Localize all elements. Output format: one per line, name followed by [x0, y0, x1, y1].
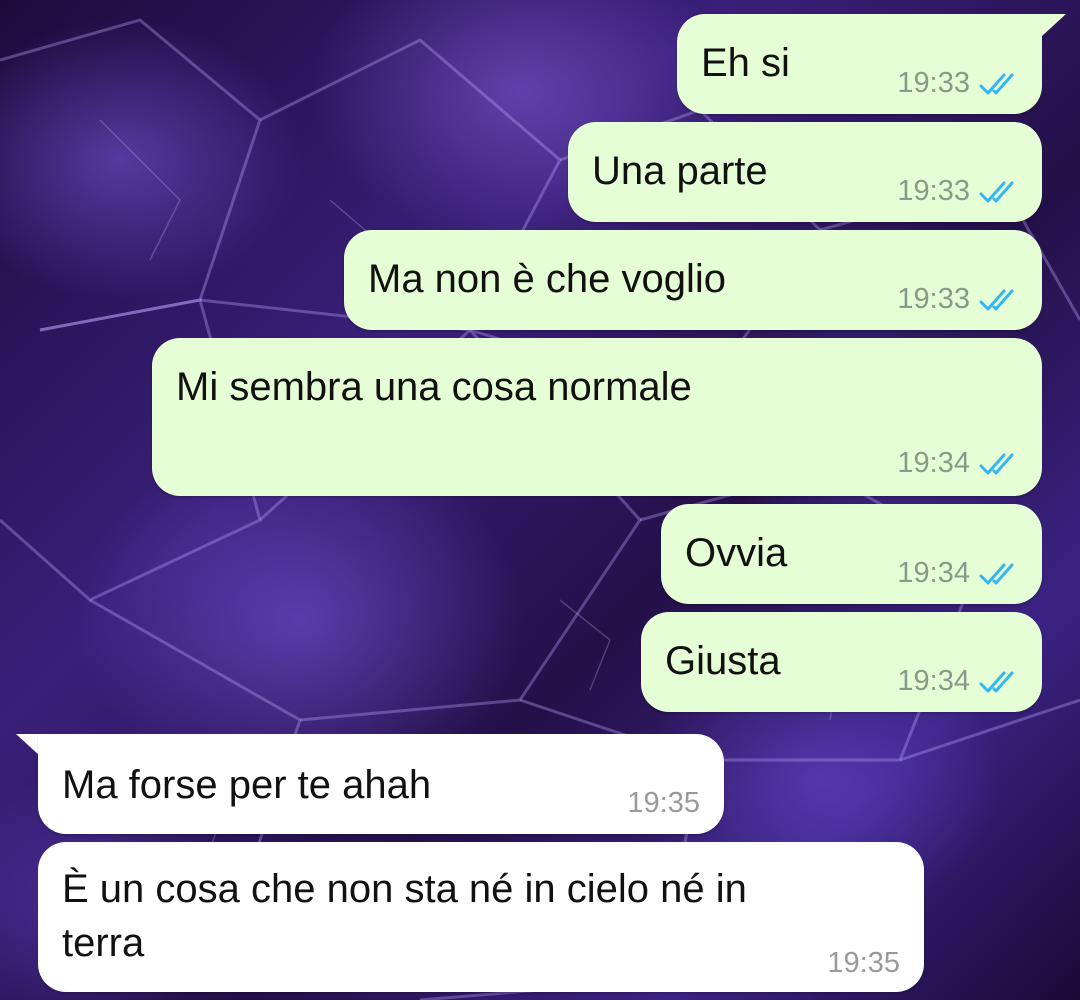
message-meta: 19:34	[897, 557, 1020, 590]
message-text: Ma non è che voglio	[368, 257, 727, 301]
message-bubble-outgoing[interactable]: Giusta 19:34	[641, 612, 1042, 712]
message-text: Mi sembra una cosa normale	[176, 365, 692, 409]
message-text-line-1: È un cosa che non sta né in cielo né in	[62, 867, 747, 911]
message-time: 19:35	[827, 947, 900, 979]
double-check-icon	[979, 289, 1014, 310]
bubble-tail	[1042, 14, 1066, 36]
message-time: 19:34	[897, 665, 970, 697]
message-time: 19:33	[897, 283, 970, 315]
message-meta: 19:35	[627, 787, 700, 820]
message-text-line-2: terra	[62, 921, 145, 965]
message-bubble-outgoing[interactable]: Eh si 19:33	[677, 14, 1042, 114]
message-bubble-outgoing[interactable]: Ma non è che voglio 19:33	[344, 230, 1042, 330]
double-check-icon	[979, 73, 1014, 94]
message-bubble-outgoing[interactable]: Una parte 19:33	[568, 122, 1042, 222]
message-bubble-outgoing[interactable]: Ovvia 19:34	[661, 504, 1042, 604]
message-text: Una parte	[592, 149, 768, 193]
message-bubble-incoming[interactable]: È un cosa che non sta né in cielo né in …	[38, 842, 924, 992]
message-time: 19:34	[897, 447, 970, 479]
message-bubble-outgoing[interactable]: Mi sembra una cosa normale 19:34	[152, 338, 1042, 496]
message-time: 19:33	[897, 175, 970, 207]
message-time: 19:34	[897, 557, 970, 589]
message-text: Giusta	[665, 639, 781, 683]
message-text: Ma forse per te ahah	[62, 763, 432, 807]
message-meta: 19:33	[897, 67, 1020, 100]
message-meta: 19:34	[897, 447, 1020, 480]
message-meta: 19:34	[897, 665, 1020, 698]
message-text: Ovvia	[685, 531, 788, 575]
message-meta: 19:35	[827, 947, 900, 980]
bubble-tail	[16, 734, 40, 756]
message-meta: 19:33	[897, 283, 1020, 316]
message-meta: 19:33	[897, 175, 1020, 208]
double-check-icon	[979, 453, 1014, 474]
message-text: Eh si	[701, 41, 790, 85]
message-time: 19:35	[627, 787, 700, 819]
message-bubble-incoming[interactable]: Ma forse per te ahah 19:35	[38, 734, 724, 834]
double-check-icon	[979, 181, 1014, 202]
double-check-icon	[979, 563, 1014, 584]
message-time: 19:33	[897, 67, 970, 99]
double-check-icon	[979, 671, 1014, 692]
